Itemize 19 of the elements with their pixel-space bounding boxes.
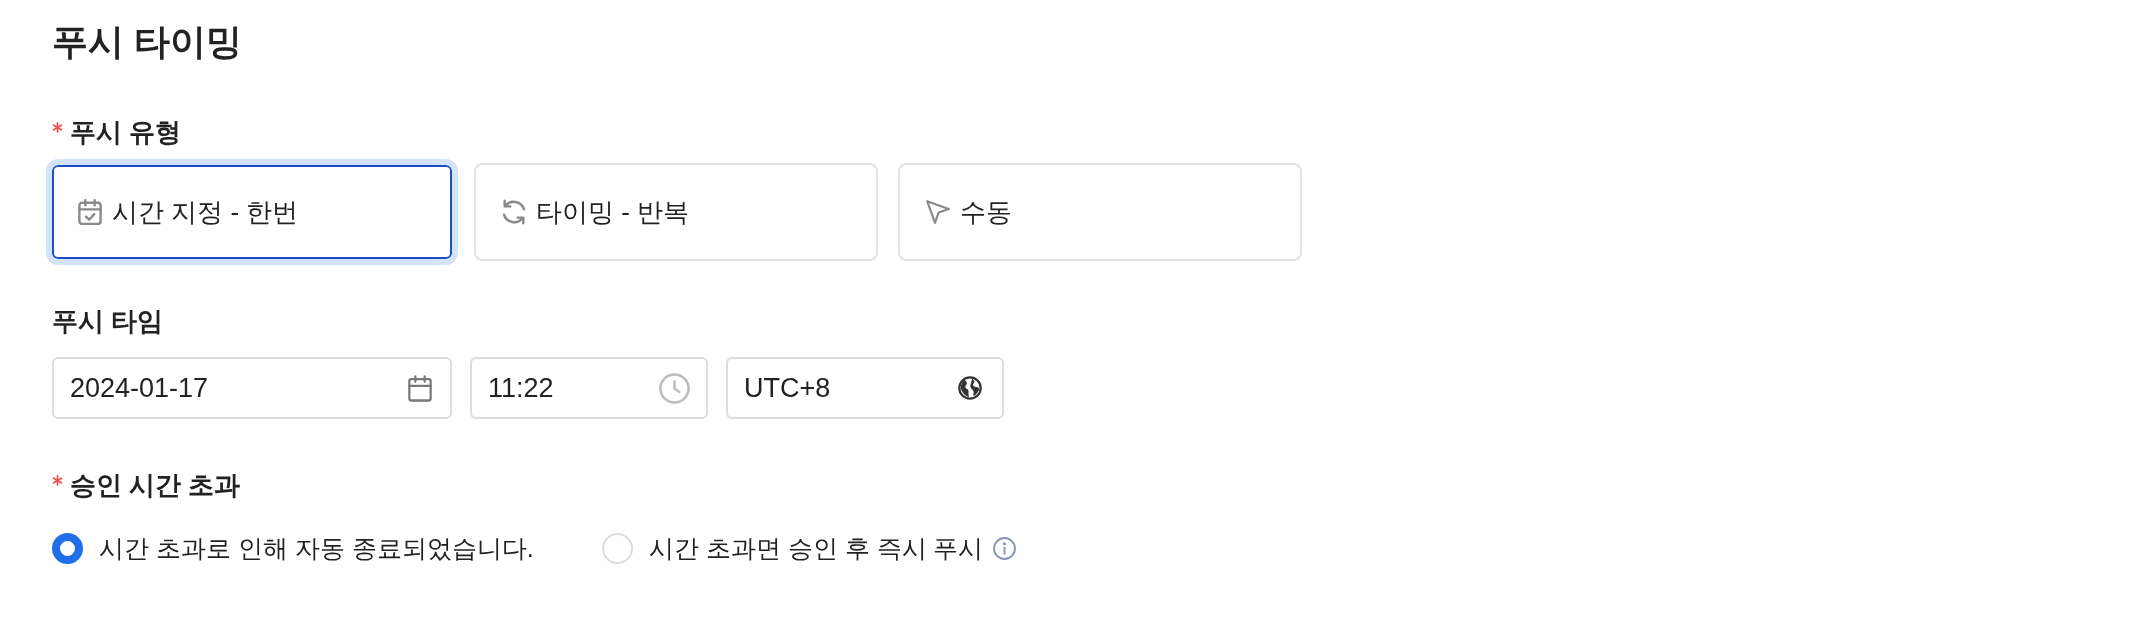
push-type-option[interactable]: 타이밍 - 반복 [474, 163, 878, 261]
push-type-option[interactable]: 수동 [898, 163, 1302, 261]
calendar-check-icon [78, 199, 102, 225]
radio-label[interactable]: 시간 초과면 승인 후 즉시 푸시 [648, 532, 984, 565]
date-field[interactable]: 2024-01-17 [52, 357, 452, 419]
calendar-icon[interactable] [408, 374, 432, 402]
info-icon[interactable] [993, 537, 1017, 560]
time-field[interactable]: 11:22 [470, 357, 708, 419]
refresh-icon [502, 199, 526, 225]
cursor-arrow-icon [926, 199, 950, 225]
page-title: 푸시 타이밍 [52, 20, 242, 64]
timezone-field[interactable]: UTC+8 [726, 357, 1004, 419]
field-label: 푸시 유형 [70, 116, 182, 149]
push-type-option[interactable]: 시간 지정 - 한번 [46, 159, 458, 265]
field-label: 푸시 타임 [52, 305, 164, 338]
radio-button[interactable] [52, 533, 83, 564]
radio-label[interactable]: 시간 초과로 인해 자동 종료되었습니다. [99, 532, 534, 565]
globe-icon[interactable] [958, 376, 982, 400]
field-label: 승인 시간 초과 [70, 469, 241, 502]
